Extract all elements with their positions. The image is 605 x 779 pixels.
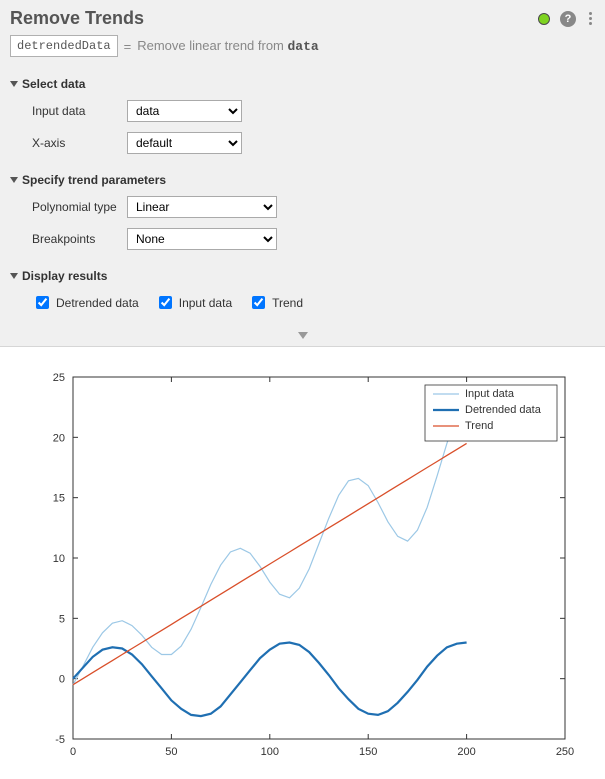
chevron-down-icon — [298, 332, 308, 339]
page-title: Remove Trends — [10, 8, 144, 29]
section-header-display-results[interactable]: Display results — [10, 265, 595, 287]
field-label: X-axis — [32, 136, 127, 150]
svg-text:10: 10 — [53, 553, 65, 565]
section-header-select-data[interactable]: Select data — [10, 73, 595, 95]
svg-text:5: 5 — [59, 613, 65, 625]
x-axis-select[interactable]: default — [127, 132, 242, 154]
section-title: Select data — [22, 77, 85, 91]
svg-text:250: 250 — [556, 746, 574, 758]
field-input-data: Input data data — [10, 95, 595, 127]
svg-text:0: 0 — [70, 746, 76, 758]
svg-text:200: 200 — [457, 746, 475, 758]
help-icon[interactable]: ? — [560, 11, 576, 27]
field-label: Polynomial type — [32, 200, 127, 214]
expand-toggle[interactable] — [10, 326, 595, 346]
svg-text:100: 100 — [261, 746, 279, 758]
input-data-select[interactable]: data — [127, 100, 242, 122]
section-select-data: Select data Input data data X-axis defau… — [10, 67, 595, 163]
checkbox-trend[interactable]: Trend — [248, 293, 303, 312]
section-trend-params: Specify trend parameters Polynomial type… — [10, 163, 595, 259]
checkbox-input[interactable] — [252, 296, 265, 309]
svg-text:50: 50 — [165, 746, 177, 758]
svg-text:Trend: Trend — [465, 420, 493, 432]
task-panel: Remove Trends ? detrendedData = Remove l… — [0, 0, 605, 347]
svg-text:25: 25 — [53, 372, 65, 384]
checkbox-input[interactable] — [159, 296, 172, 309]
polynomial-type-select[interactable]: Linear — [127, 196, 277, 218]
checkbox-label: Input data — [179, 296, 232, 310]
section-title: Specify trend parameters — [22, 173, 166, 187]
field-label: Input data — [32, 104, 127, 118]
svg-text:0: 0 — [59, 674, 65, 686]
line-chart: 0 50 100 150 200 250 -5 0 5 10 15 20 25 Input data Det… — [25, 367, 580, 767]
svg-text:-5: -5 — [55, 734, 65, 746]
header-icons: ? — [538, 11, 595, 27]
field-polynomial-type: Polynomial type Linear — [10, 191, 595, 223]
field-x-axis: X-axis default — [10, 127, 595, 159]
equals-sign: = — [124, 39, 132, 54]
svg-text:150: 150 — [359, 746, 377, 758]
chevron-down-icon — [10, 177, 18, 183]
svg-text:Input data: Input data — [465, 388, 515, 400]
kebab-menu-icon[interactable] — [586, 12, 595, 25]
section-title: Display results — [22, 269, 107, 283]
breakpoints-select[interactable]: None — [127, 228, 277, 250]
svg-text:15: 15 — [53, 493, 65, 505]
checkbox-input[interactable] — [36, 296, 49, 309]
field-breakpoints: Breakpoints None — [10, 223, 595, 255]
field-label: Breakpoints — [32, 232, 127, 246]
checkbox-detrended[interactable]: Detrended data — [32, 293, 139, 312]
chart-region: 0 50 100 150 200 250 -5 0 5 10 15 20 25 Input data Det… — [0, 347, 605, 779]
description-text: Remove linear trend from data — [137, 38, 319, 54]
section-display-results: Display results Detrended data Input dat… — [10, 259, 595, 326]
checkbox-label: Detrended data — [56, 296, 139, 310]
section-header-trend-params[interactable]: Specify trend parameters — [10, 169, 595, 191]
chevron-down-icon — [10, 81, 18, 87]
svg-text:Detrended data: Detrended data — [465, 404, 542, 416]
output-variable-box[interactable]: detrendedData — [10, 35, 118, 57]
header-row: Remove Trends ? — [10, 8, 595, 29]
status-indicator-icon — [538, 13, 550, 25]
svg-text:20: 20 — [53, 432, 65, 444]
display-checkboxes: Detrended data Input data Trend — [10, 287, 595, 322]
formula-row: detrendedData = Remove linear trend from… — [10, 35, 595, 57]
checkbox-label: Trend — [272, 296, 303, 310]
chevron-down-icon — [10, 273, 18, 279]
checkbox-input-data[interactable]: Input data — [155, 293, 232, 312]
